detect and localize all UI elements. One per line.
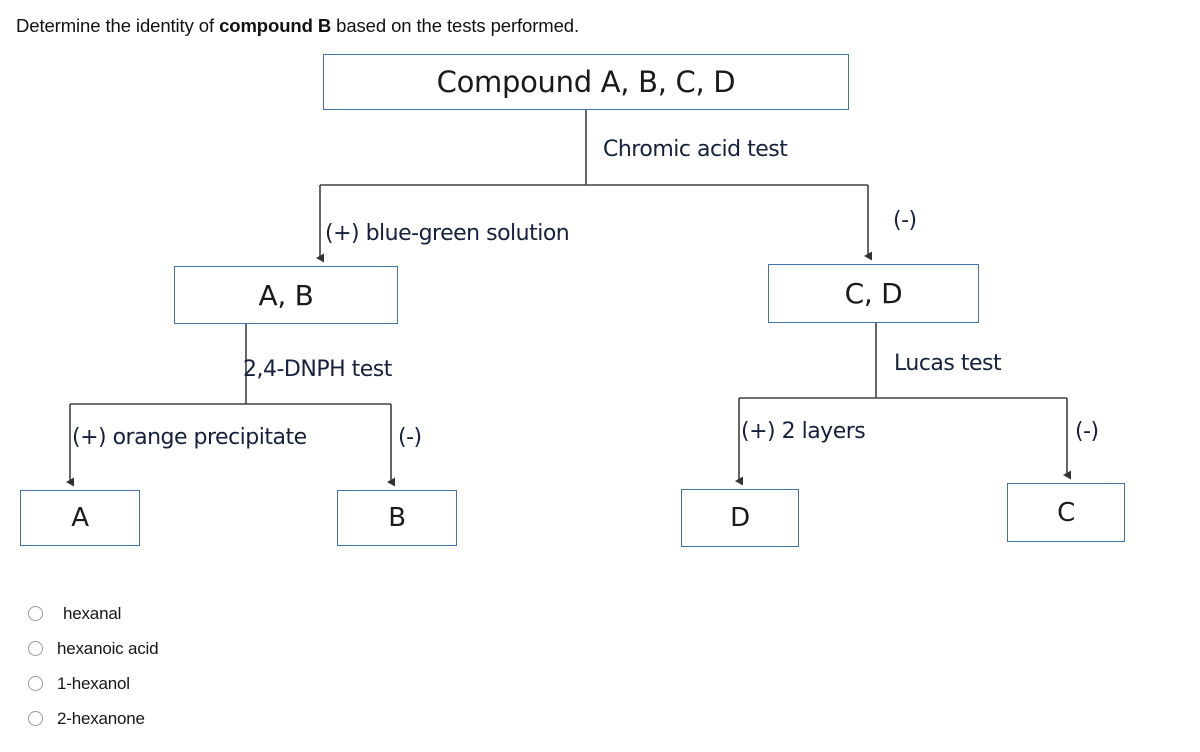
- radio-button-icon[interactable]: [28, 606, 43, 621]
- node-ab-label: A, B: [258, 278, 314, 312]
- node-d-label: D: [730, 503, 750, 533]
- chromic-acid-test-label: Chromic acid test: [603, 137, 788, 162]
- answer-option-1[interactable]: hexanal: [28, 596, 448, 631]
- flowchart-diagram: Compound A, B, C, D A, B C, D A B D C Chromic…: [0, 0, 1200, 580]
- answer-option-label: hexanal: [63, 603, 122, 623]
- node-b[interactable]: B: [337, 490, 457, 546]
- lucas-negative-label: (-): [1075, 419, 1099, 444]
- radio-button-icon[interactable]: [28, 641, 43, 656]
- node-cd-label: C, D: [844, 277, 903, 310]
- node-cd[interactable]: C, D: [768, 264, 979, 323]
- answer-option-label: 1-hexanol: [57, 673, 130, 693]
- chromic-negative-label: (-): [893, 208, 917, 233]
- node-compound-abcd[interactable]: Compound A, B, C, D: [323, 54, 849, 110]
- answer-option-3[interactable]: 1-hexanol: [28, 666, 448, 701]
- node-compound-abcd-label: Compound A, B, C, D: [436, 65, 736, 99]
- answer-option-2[interactable]: hexanoic acid: [28, 631, 448, 666]
- radio-button-icon[interactable]: [28, 711, 43, 726]
- lucas-test-label: Lucas test: [894, 351, 1002, 376]
- chromic-positive-label: (+) blue-green solution: [325, 221, 570, 246]
- node-c-label: C: [1057, 497, 1075, 528]
- node-ab[interactable]: A, B: [174, 266, 398, 324]
- node-b-label: B: [388, 503, 406, 533]
- dnph-negative-label: (-): [398, 425, 422, 450]
- answer-option-4[interactable]: 2-hexanone: [28, 701, 448, 736]
- node-d[interactable]: D: [681, 489, 799, 547]
- node-a[interactable]: A: [20, 490, 140, 546]
- node-a-label: A: [71, 503, 89, 533]
- dnph-test-label: 2,4-DNPH test: [243, 357, 392, 382]
- lucas-positive-label: (+) 2 layers: [741, 419, 866, 444]
- node-c[interactable]: C: [1007, 483, 1125, 542]
- answer-option-label: hexanoic acid: [57, 638, 159, 658]
- dnph-positive-label: (+) orange precipitate: [72, 425, 307, 450]
- radio-button-icon[interactable]: [28, 676, 43, 691]
- answer-option-label: 2-hexanone: [57, 708, 145, 728]
- answer-options-list: hexanal hexanoic acid 1-hexanol 2-hexanone: [28, 596, 448, 736]
